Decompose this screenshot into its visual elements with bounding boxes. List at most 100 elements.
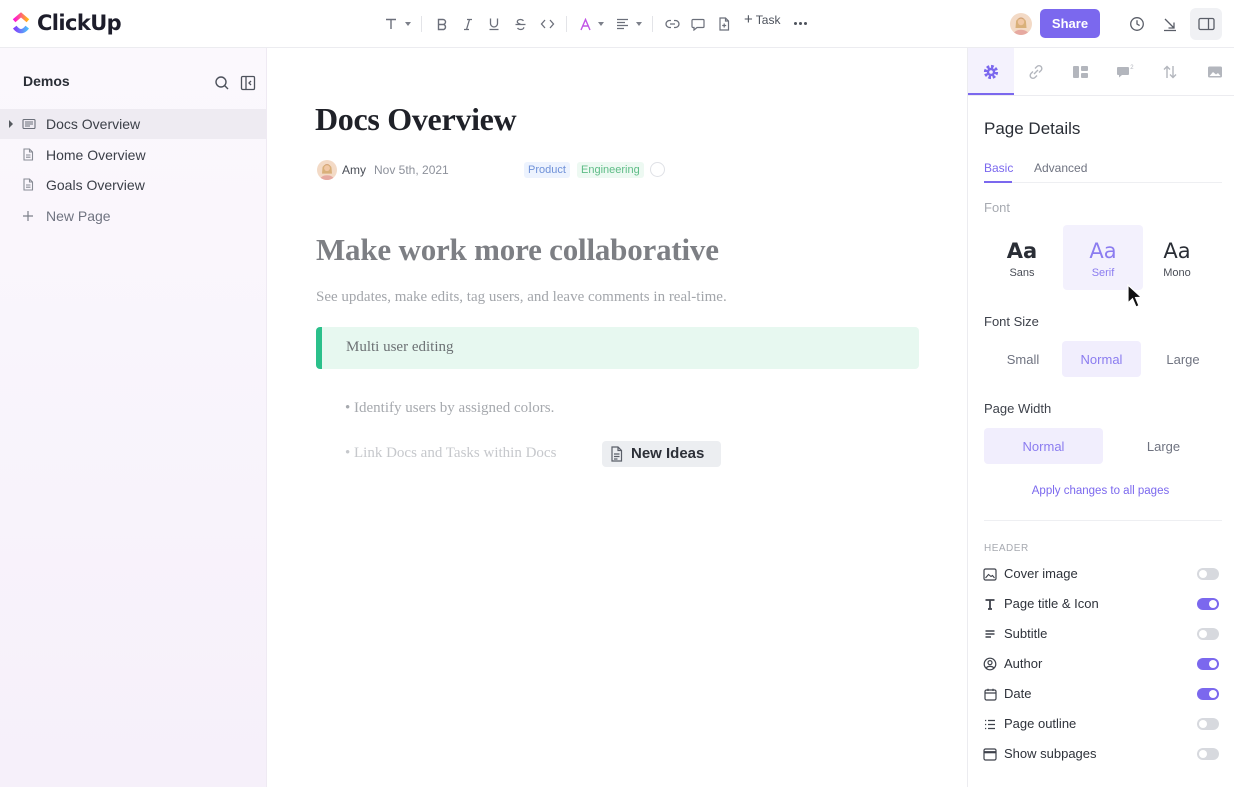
page-width-label: Page Width	[984, 401, 1052, 416]
bullet-item[interactable]: • Link Docs and Tasks within Docs	[345, 445, 556, 462]
text-color-dropdown-icon[interactable]	[598, 22, 604, 26]
toggle-row-show-subpages: Show subpages	[982, 744, 1222, 764]
author-switch[interactable]	[1197, 658, 1219, 670]
expand-arrow-icon[interactable]	[9, 120, 13, 128]
tag-product[interactable]: Product	[524, 162, 570, 178]
document-icon	[22, 148, 34, 166]
sidebar-title: Demos	[23, 73, 70, 89]
comments-icon[interactable]: 2	[1113, 60, 1137, 84]
bold-icon[interactable]	[433, 12, 451, 36]
outline-icon	[982, 716, 998, 732]
page-details-panel: 2 Page Details Basic Advanced Font Aa Sa…	[967, 48, 1234, 787]
subtitle-switch[interactable]	[1197, 628, 1219, 640]
clickup-logo[interactable]: ClickUp	[10, 11, 122, 35]
sidebar-item-docs-overview[interactable]: Docs Overview	[0, 109, 266, 139]
settings-gear-icon[interactable]	[979, 60, 1003, 84]
text-type-dropdown-icon[interactable]	[405, 22, 411, 26]
comment-icon[interactable]	[689, 12, 707, 36]
toggle-label: Subtitle	[1004, 626, 1048, 641]
collapse-arrow-icon[interactable]	[1158, 12, 1182, 36]
font-option-mono[interactable]: Aa Mono	[1137, 225, 1217, 290]
author-avatar[interactable]	[317, 160, 337, 180]
toggle-label: Author	[1004, 656, 1043, 671]
author-icon	[982, 656, 998, 672]
new-ideas-doc-chip[interactable]: New Ideas	[602, 441, 721, 467]
code-icon[interactable]	[537, 12, 557, 36]
italic-icon[interactable]	[459, 12, 477, 36]
callout-block[interactable]: Multi user editing	[316, 327, 919, 369]
top-toolbar: ClickUp + Task Share	[0, 0, 1234, 48]
sidebar-item-label: New Page	[46, 208, 111, 224]
page-width-normal[interactable]: Normal	[984, 428, 1103, 464]
font-section-label: Font	[984, 200, 1011, 215]
sidebar-item-goals-overview[interactable]: Goals Overview	[0, 170, 266, 200]
tab-basic[interactable]: Basic	[984, 161, 1013, 175]
align-icon[interactable]	[613, 12, 631, 36]
link-relations-icon[interactable]	[1024, 60, 1048, 84]
toggle-row-date: Date	[982, 684, 1222, 704]
sidebar-item-label: Goals Overview	[46, 177, 145, 193]
clickup-logo-icon	[12, 12, 30, 34]
font-sample: Aa	[1089, 239, 1117, 263]
plus-icon: +	[744, 11, 753, 28]
tab-advanced[interactable]: Advanced	[1034, 161, 1087, 175]
more-options-icon[interactable]	[794, 22, 807, 25]
user-avatar[interactable]	[1010, 13, 1032, 35]
title-icon	[982, 596, 998, 612]
doc-meta: Amy Nov 5th, 2021	[317, 160, 449, 180]
document-icon	[22, 178, 34, 196]
toggle-row-author: Author	[982, 654, 1222, 674]
header-section-label: HEADER	[984, 543, 1029, 554]
search-icon[interactable]	[213, 74, 231, 92]
left-sidebar: Demos Docs Overview Home Overview Goals …	[0, 48, 267, 787]
page-title-switch[interactable]	[1197, 598, 1219, 610]
mouse-pointer-icon	[1127, 284, 1143, 308]
subtabs-divider	[984, 182, 1222, 183]
toolbar-divider	[566, 16, 567, 32]
page-width-large[interactable]: Large	[1104, 428, 1223, 464]
active-tab-indicator	[968, 93, 1014, 95]
sidebar-panel-icon[interactable]	[1194, 12, 1218, 36]
toolbar-divider	[652, 16, 653, 32]
font-size-small[interactable]: Small	[984, 341, 1062, 377]
apply-all-pages-link[interactable]: Apply changes to all pages	[968, 485, 1233, 497]
text-type-icon[interactable]	[382, 12, 400, 36]
show-subpages-switch[interactable]	[1197, 748, 1219, 760]
page-outline-switch[interactable]	[1197, 718, 1219, 730]
doc-title[interactable]: Docs Overview	[315, 101, 517, 138]
font-size-large[interactable]: Large	[1143, 341, 1223, 377]
font-option-serif[interactable]: Aa Serif	[1063, 225, 1143, 290]
link-icon[interactable]	[663, 12, 681, 36]
font-sample: Aa	[1163, 239, 1191, 263]
author-name[interactable]: Amy	[342, 163, 366, 177]
layout-blocks-icon[interactable]	[1068, 60, 1092, 84]
text-color-icon[interactable]	[576, 12, 594, 36]
add-task-button[interactable]: + Task	[744, 11, 780, 28]
subpages-icon	[982, 746, 998, 762]
sidebar-item-new-page[interactable]: New Page	[0, 201, 266, 231]
add-tag-icon[interactable]	[650, 162, 665, 177]
sidebar-item-label: Home Overview	[46, 147, 146, 163]
sidebar-item-home-overview[interactable]: Home Overview	[0, 140, 266, 170]
panel-title: Page Details	[984, 119, 1081, 138]
embed-doc-icon[interactable]	[715, 12, 733, 36]
underline-icon[interactable]	[485, 12, 503, 36]
cover-image-switch[interactable]	[1197, 568, 1219, 580]
cover-image-icon[interactable]	[1203, 60, 1227, 84]
toggle-label: Page outline	[1004, 716, 1077, 731]
collapse-sidebar-icon[interactable]	[239, 74, 257, 92]
subtitle-icon	[982, 626, 998, 642]
clickup-wordmark: ClickUp	[37, 11, 122, 35]
font-option-sans[interactable]: Aa Sans	[982, 225, 1062, 290]
doc-heading[interactable]: Make work more collaborative	[316, 232, 719, 268]
tag-engineering[interactable]: Engineering	[577, 162, 644, 178]
strikethrough-icon[interactable]	[511, 12, 529, 36]
doc-subtitle[interactable]: See updates, make edits, tag users, and …	[316, 289, 727, 306]
bullet-item[interactable]: • Identify users by assigned colors.	[345, 400, 554, 417]
font-size-normal[interactable]: Normal	[1062, 341, 1141, 377]
history-clock-icon[interactable]	[1125, 12, 1149, 36]
sort-arrows-icon[interactable]	[1158, 60, 1182, 84]
align-dropdown-icon[interactable]	[636, 22, 642, 26]
date-switch[interactable]	[1197, 688, 1219, 700]
share-button[interactable]: Share	[1040, 9, 1100, 38]
